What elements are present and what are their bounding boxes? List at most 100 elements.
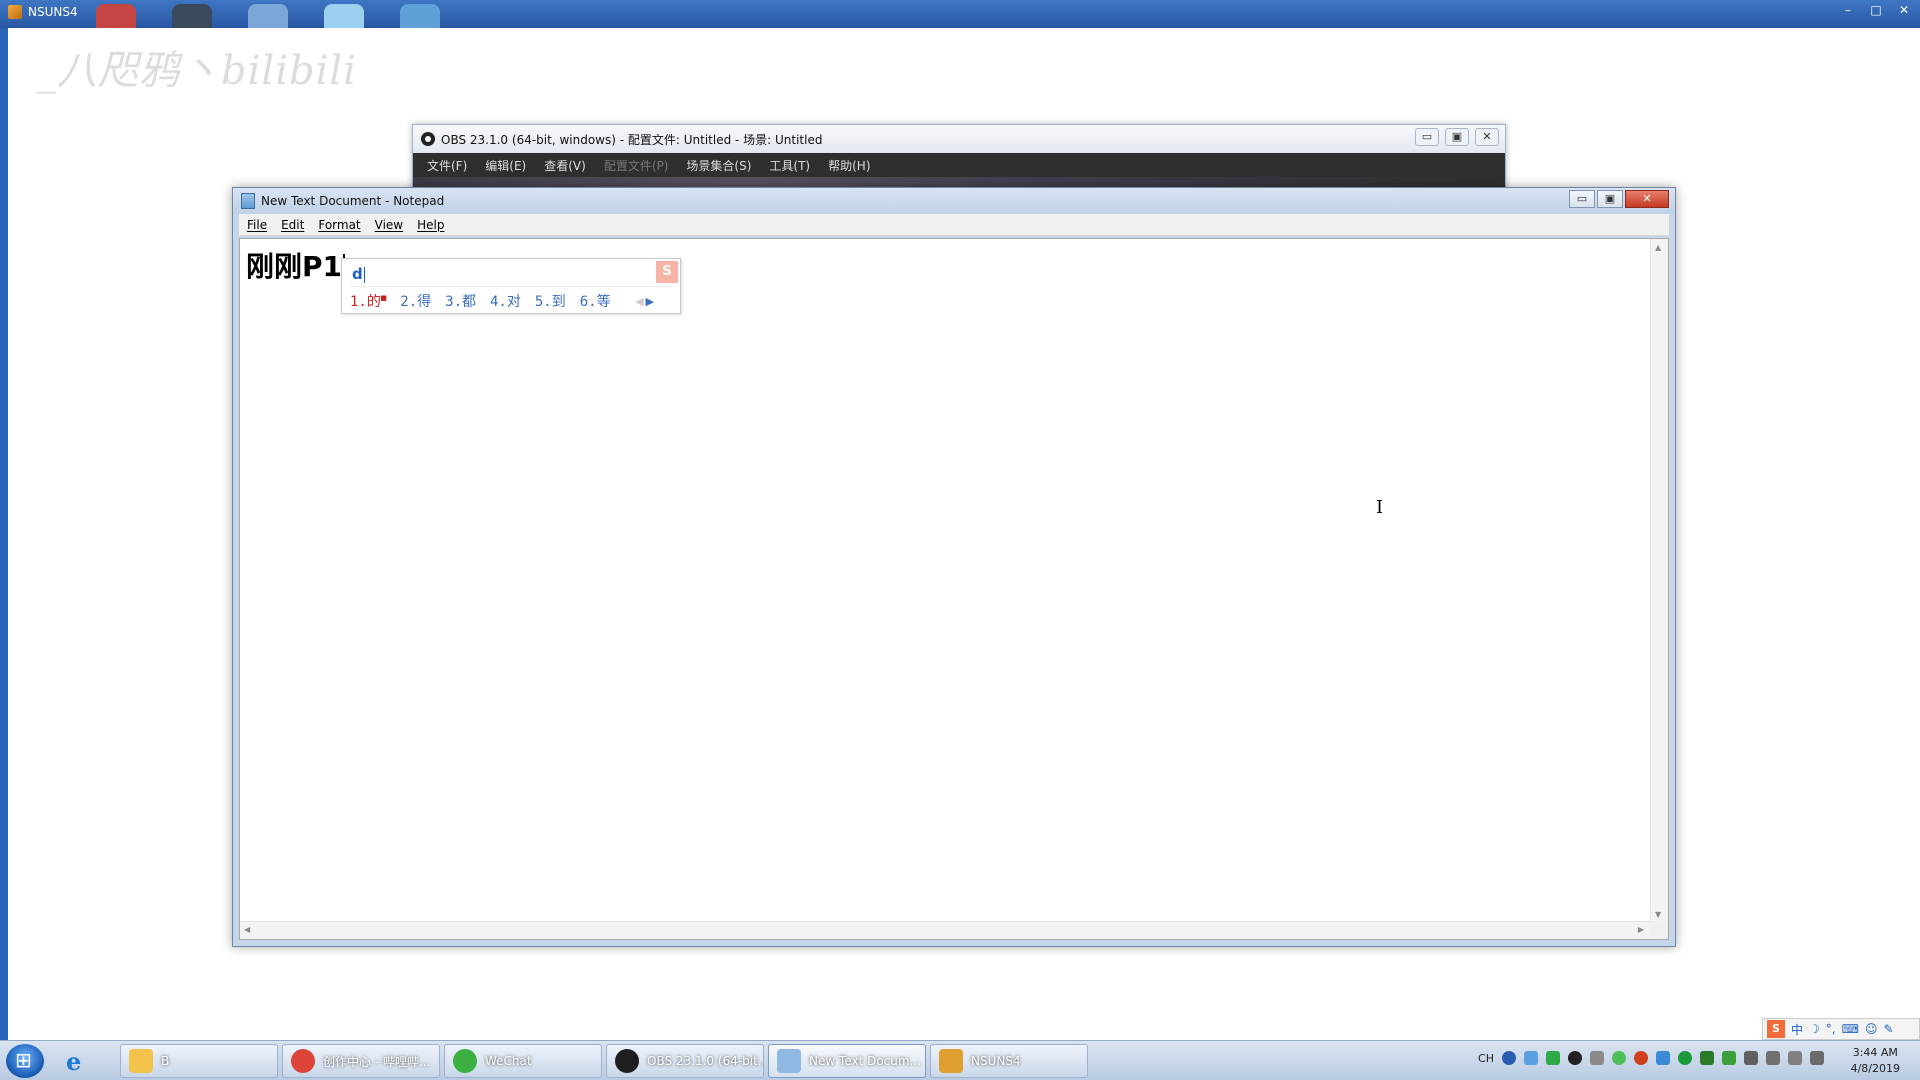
battery-icon[interactable]	[1700, 1051, 1714, 1065]
ime-candidate-list: 1.的■ 2.得 3.都 4.对 5.到 6.等	[350, 291, 611, 311]
ime-candidate-1-text: 1.的	[350, 294, 381, 310]
check-icon[interactable]	[1722, 1051, 1736, 1065]
volume-icon[interactable]	[1744, 1051, 1758, 1065]
ime-candidate-6[interactable]: 6.等	[580, 291, 611, 311]
desktop-icons-strip	[96, 4, 440, 28]
scroll-right-icon[interactable]: ▶	[1638, 925, 1644, 934]
notepad-menubar: File Edit Format View Help	[239, 214, 1669, 236]
speaker-icon[interactable]	[1810, 1051, 1824, 1065]
system-tray: CH	[1478, 1051, 1824, 1065]
notepad-icon	[777, 1049, 801, 1073]
notepad-menu-view[interactable]: View	[375, 218, 403, 232]
notepad-icon	[241, 193, 255, 209]
horizontal-scrollbar[interactable]: ◀ ▶	[240, 921, 1650, 939]
obs-menu-view[interactable]: 查看(V)	[544, 157, 586, 174]
notepad-window-controls: ▭ ▣ ✕	[1569, 190, 1669, 208]
host-minimize-button[interactable]: –	[1838, 2, 1858, 18]
taskbar-item-obs[interactable]: OBS 23.1.0 (64-bit...	[606, 1044, 764, 1078]
host-left-border	[0, 28, 8, 1040]
ime-prev-page-icon[interactable]: ◀	[635, 295, 643, 308]
tray-language[interactable]: CH	[1478, 1052, 1494, 1065]
scroll-up-icon[interactable]: ▲	[1655, 243, 1661, 252]
obs-menu-scene-collection[interactable]: 场景集合(S)	[686, 157, 751, 174]
clock-date: 4/8/2019	[1850, 1062, 1900, 1075]
sogou-tray-icon[interactable]: S	[1767, 1020, 1785, 1038]
wechat-tray-icon[interactable]	[1612, 1051, 1626, 1065]
host-title: NSUNS4	[8, 5, 78, 19]
ime-candidate-2[interactable]: 2.得	[400, 291, 431, 311]
taskbar-item-label: WeChat	[485, 1054, 532, 1068]
obs-close-button[interactable]: ✕	[1475, 128, 1499, 146]
notepad-close-button[interactable]: ✕	[1625, 190, 1669, 208]
notepad-menu-help[interactable]: Help	[417, 218, 444, 232]
display-icon[interactable]	[1788, 1051, 1802, 1065]
host-maximize-button[interactable]: □	[1866, 2, 1886, 18]
obs-menu-tools[interactable]: 工具(T)	[769, 157, 810, 174]
notepad-maximize-button[interactable]: ▣	[1597, 190, 1623, 208]
flag-icon[interactable]	[1766, 1051, 1780, 1065]
obs-menu-edit[interactable]: 编辑(E)	[485, 157, 526, 174]
internet-explorer-icon[interactable]: e	[66, 1047, 98, 1076]
taskbar-item-chrome[interactable]: 创作中心 - 哔哩哔...	[282, 1044, 440, 1078]
user-icon[interactable]: ☺	[1865, 1022, 1878, 1036]
obs-titlebar: OBS 23.1.0 (64-bit, windows) - 配置文件: Unt…	[413, 125, 1505, 153]
ime-candidate-1[interactable]: 1.的■	[350, 291, 386, 311]
obs-window-controls: ▭ ▣ ✕	[1415, 128, 1499, 146]
obs-minimize-button[interactable]: ▭	[1415, 128, 1439, 146]
scroll-left-icon[interactable]: ◀	[244, 925, 250, 934]
security-icon[interactable]	[1678, 1051, 1692, 1065]
nvidia-icon[interactable]	[1546, 1051, 1560, 1065]
ime-candidate-window: d S 1.的■ 2.得 3.都 4.对 5.到 6.等 ◀ ▶	[341, 258, 681, 314]
obs-menu-profile[interactable]: 配置文件(P)	[604, 157, 669, 174]
desktop-icon-1	[96, 4, 136, 28]
obs-menu-help[interactable]: 帮助(H)	[828, 157, 870, 174]
obs-maximize-button[interactable]: ▣	[1445, 128, 1469, 146]
notepad-content: 刚刚P1	[246, 245, 346, 285]
resize-grip[interactable]	[1650, 921, 1668, 939]
punctuation-icon[interactable]: °,	[1826, 1022, 1836, 1036]
ime-divider	[350, 286, 672, 287]
ime-status-bar: S 中 ☽ °, ⌨ ☺ ✎	[1762, 1018, 1920, 1040]
notepad-text-area[interactable]: 刚刚P1 ▲ ▼ ◀ ▶	[239, 238, 1669, 940]
ime-next-page-icon[interactable]: ▶	[646, 295, 654, 308]
cloud-icon[interactable]	[1656, 1051, 1670, 1065]
wechat-icon	[453, 1049, 477, 1073]
moon-icon[interactable]: ☽	[1809, 1022, 1820, 1036]
qq-icon[interactable]	[1634, 1051, 1648, 1065]
clock[interactable]: 3:44 AM 4/8/2019	[1851, 1045, 1900, 1077]
ime-cursor	[363, 266, 365, 283]
taskbar-item-label: 创作中心 - 哔哩哔...	[323, 1054, 431, 1069]
ime-candidate-4[interactable]: 4.对	[490, 291, 521, 311]
taskbar-item-notepad[interactable]: New Text Docum...	[768, 1044, 926, 1078]
network-icon[interactable]	[1524, 1051, 1538, 1065]
ime-candidate-3[interactable]: 3.都	[445, 291, 476, 311]
obs-menu-file[interactable]: 文件(F)	[427, 157, 467, 174]
obs-icon	[615, 1049, 639, 1073]
host-close-button[interactable]: ✕	[1894, 2, 1914, 18]
nsuns4-icon	[8, 5, 22, 19]
keyboard-icon[interactable]: ⌨	[1842, 1022, 1859, 1036]
notepad-menu-format[interactable]: Format	[318, 218, 360, 232]
host-window-controls: – □ ✕	[1838, 2, 1914, 18]
notepad-title: New Text Document - Notepad	[261, 194, 445, 208]
obs-tray-icon[interactable]	[1568, 1051, 1582, 1065]
ime-mode-indicator[interactable]: 中	[1791, 1021, 1803, 1038]
notepad-minimize-button[interactable]: ▭	[1569, 190, 1595, 208]
taskbar-item-label: New Text Docum...	[809, 1054, 921, 1068]
notepad-menu-file[interactable]: File	[247, 218, 267, 232]
scroll-down-icon[interactable]: ▼	[1655, 910, 1661, 919]
taskbar-item-nsuns4[interactable]: NSUNS4	[930, 1044, 1088, 1078]
taskbar-item-wechat[interactable]: WeChat	[444, 1044, 602, 1078]
people-icon[interactable]	[1590, 1051, 1604, 1065]
clock-time: 3:44 AM	[1852, 1046, 1898, 1059]
taskbar-item-folder[interactable]: B	[120, 1044, 278, 1078]
settings-wrench-icon[interactable]: ✎	[1883, 1022, 1893, 1036]
notepad-menu-edit[interactable]: Edit	[281, 218, 304, 232]
sogou-logo-icon: S	[656, 261, 678, 283]
vertical-scrollbar[interactable]: ▲ ▼	[1650, 239, 1668, 923]
notepad-content-text: 刚刚P1	[246, 250, 343, 283]
obs-title: OBS 23.1.0 (64-bit, windows) - 配置文件: Unt…	[441, 132, 823, 147]
ime-candidate-5[interactable]: 5.到	[535, 291, 566, 311]
start-button[interactable]	[6, 1044, 44, 1078]
help-icon[interactable]	[1502, 1051, 1516, 1065]
